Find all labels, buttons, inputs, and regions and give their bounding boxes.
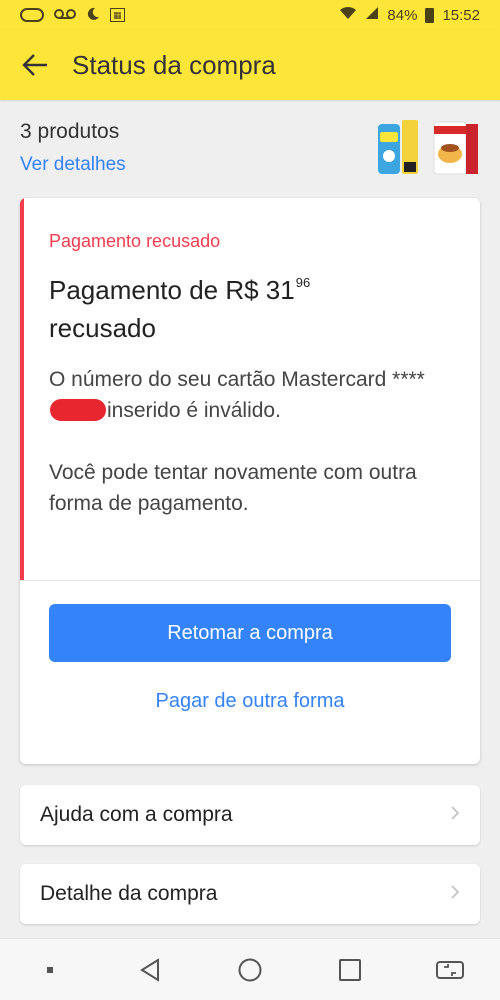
status-bar: ▦ 84% 15:52 [0, 0, 500, 30]
payment-status-card: Pagamento recusado Pagamento de R$ 3196 … [20, 198, 480, 764]
resume-purchase-button[interactable]: Retomar a compra [49, 604, 451, 662]
back-button[interactable] [0, 30, 70, 100]
products-count: 3 produtos [20, 120, 120, 143]
nav-home-button[interactable] [225, 945, 275, 995]
dot-icon [47, 966, 53, 973]
voicemail-icon [54, 8, 76, 22]
card-divider [20, 580, 480, 581]
gallery-icon: ▦ [110, 8, 125, 22]
pudding-product-thumb[interactable] [432, 118, 480, 180]
help-with-purchase-label: Ajuda com a compra [40, 803, 233, 826]
see-details-link[interactable]: Ver detalhes [20, 154, 126, 176]
arrow-left-icon [22, 54, 47, 76]
chevron-right-icon [450, 883, 460, 906]
signal-icon [365, 6, 379, 24]
recents-square-icon [339, 958, 361, 981]
payment-heading-prefix: Pagamento de R$ 31 [49, 275, 295, 305]
pay-another-way-link[interactable]: Pagar de outra forma [49, 676, 451, 726]
payment-heading-suffix: recusado [49, 313, 156, 343]
product-thumbnails [376, 118, 480, 180]
payment-status-label: Pagamento recusado [49, 231, 221, 251]
nav-recents-button[interactable] [325, 945, 375, 995]
redacted-card-digits [50, 399, 106, 421]
invalid-card-message: O número do seu cartão Mastercard **** i… [49, 364, 449, 426]
ninho-product-thumb[interactable] [376, 118, 424, 180]
payment-heading: Pagamento de R$ 3196 recusado [49, 264, 449, 347]
wifi-icon [339, 6, 357, 24]
retry-message: Você pode tentar novamente com outra for… [49, 461, 417, 515]
moon-icon [86, 7, 100, 23]
battery-percent: 84% [387, 6, 418, 24]
chevron-right-icon [450, 804, 460, 827]
purchase-detail-label: Detalhe da compra [40, 882, 218, 905]
payment-heading-cents: 96 [295, 275, 311, 290]
notification-pill-icon [20, 8, 44, 22]
back-triangle-icon [140, 957, 159, 982]
app-bar: Status da compra [0, 30, 500, 100]
clock: 15:52 [442, 6, 480, 24]
invalid-card-message-suffix: inserido é inválido. [107, 399, 281, 422]
status-bar-right: 84% 15:52 [339, 6, 480, 24]
nav-back-button[interactable] [125, 945, 175, 995]
battery-icon [425, 7, 435, 23]
screen-rotate-icon [436, 960, 464, 979]
invalid-card-message-prefix: O número do seu cartão Mastercard **** [49, 368, 425, 391]
status-bar-left: ▦ [20, 7, 125, 23]
purchase-detail-item[interactable]: Detalhe da compra [20, 864, 480, 924]
system-nav-bar [0, 938, 500, 1000]
nav-rotate-button[interactable] [425, 945, 475, 995]
payment-message: O número do seu cartão Mastercard **** i… [49, 364, 449, 519]
error-accent-stripe [20, 198, 24, 580]
purchase-summary: 3 produtos Ver detalhes [20, 118, 480, 188]
home-circle-icon [238, 958, 262, 981]
page-title: Status da compra [72, 49, 276, 80]
help-with-purchase-item[interactable]: Ajuda com a compra [20, 785, 480, 845]
nav-dot-button[interactable] [25, 945, 75, 995]
